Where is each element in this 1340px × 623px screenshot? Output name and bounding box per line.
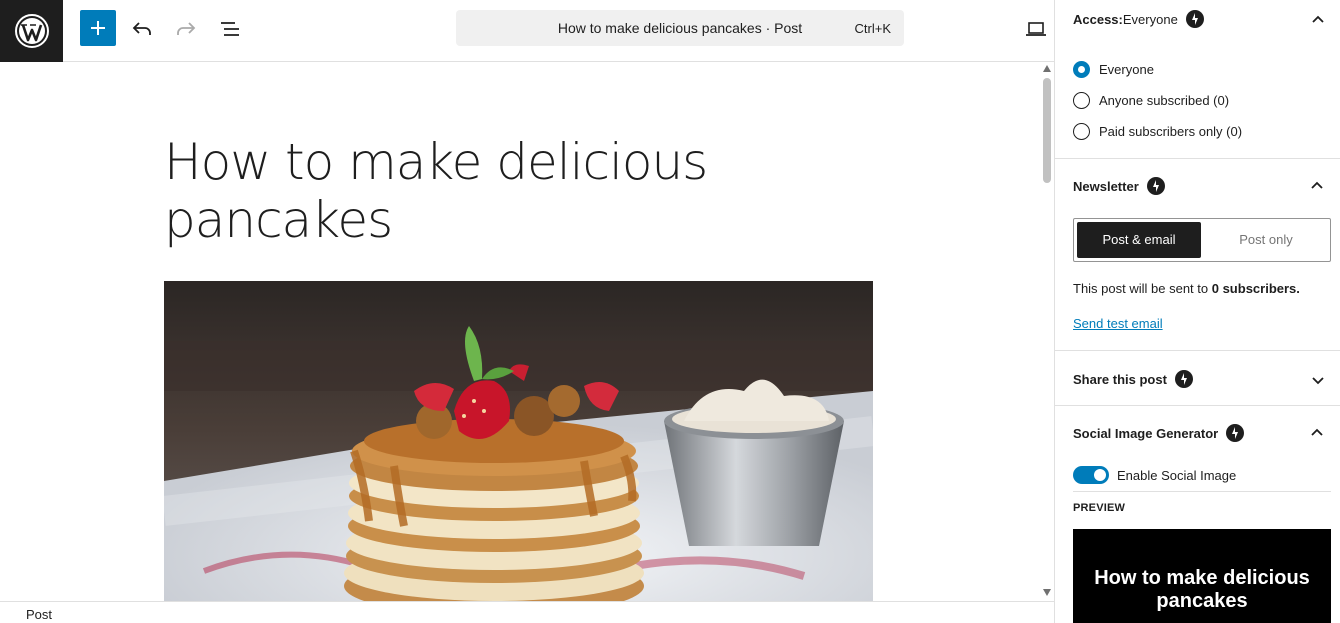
recipient-count: 0 subscribers.	[1211, 281, 1300, 296]
social-image-preview: How to make delicious pancakes	[1073, 529, 1331, 623]
recipient-text: This post will be sent to	[1073, 281, 1212, 296]
featured-image[interactable]	[164, 281, 873, 601]
newsletter-panel-title: Newsletter	[1073, 178, 1139, 194]
pancakes-photo	[164, 281, 873, 601]
jetpack-icon	[1146, 177, 1165, 195]
jetpack-icon	[1226, 424, 1245, 442]
divider	[1073, 491, 1331, 492]
keyboard-shortcut: Ctrl+K	[854, 21, 891, 36]
scroll-down-arrow-icon[interactable]	[1043, 589, 1051, 596]
send-test-email-link[interactable]: Send test email	[1073, 316, 1163, 331]
access-panel-toggle[interactable]: Access: Everyone	[1073, 10, 1204, 28]
laptop-icon	[1026, 22, 1046, 36]
jetpack-icon	[1174, 370, 1193, 388]
plus-icon	[91, 21, 105, 35]
enable-social-image-toggle[interactable]	[1073, 466, 1109, 484]
redo-icon	[177, 22, 196, 35]
document-overview-button[interactable]	[212, 11, 248, 47]
radio-subscribed[interactable]	[1073, 92, 1090, 109]
share-panel-title: Share this post	[1073, 371, 1167, 387]
radio-everyone[interactable]	[1073, 61, 1090, 78]
wordpress-logo-button[interactable]	[0, 0, 63, 62]
newsletter-mode-toggle: Post & email Post only	[1073, 218, 1331, 262]
editor-footer: Post	[0, 601, 1054, 623]
redo-button[interactable]	[168, 11, 204, 47]
enable-social-image-label: Enable Social Image	[1117, 468, 1237, 483]
chevron-up-icon[interactable]	[1310, 425, 1324, 439]
add-block-button[interactable]	[80, 10, 116, 46]
wordpress-icon	[14, 14, 49, 48]
editor-header: How to make delicious pancakes · Post Ct…	[0, 0, 1054, 62]
newsletter-panel-toggle[interactable]: Newsletter	[1073, 177, 1165, 195]
chevron-down-icon[interactable]	[1311, 373, 1325, 387]
access-option-label: Anyone subscribed (0)	[1099, 93, 1230, 108]
document-title: How to make delicious pancakes · Post	[557, 20, 803, 36]
preview-label: Preview	[1073, 502, 1126, 514]
access-option-label: Everyone	[1099, 62, 1154, 77]
access-panel-value: Everyone	[1122, 11, 1178, 27]
editor-canvas: How to make delicious pancakes	[0, 63, 1040, 601]
post-title[interactable]: How to make delicious pancakes	[164, 133, 764, 249]
post-and-email-option[interactable]: Post & email	[1077, 222, 1201, 258]
social-image-panel-toggle[interactable]: Social Image Generator	[1073, 424, 1245, 442]
access-panel-title: Access:	[1073, 11, 1123, 27]
list-view-icon	[221, 22, 239, 36]
jetpack-icon	[1185, 10, 1204, 28]
radio-paid[interactable]	[1073, 123, 1090, 140]
block-breadcrumb[interactable]: Post	[26, 607, 52, 622]
social-image-preview-text: How to make delicious pancakes	[1094, 567, 1310, 612]
access-option-subscribed[interactable]: Anyone subscribed (0)	[1073, 92, 1229, 109]
social-image-panel-title: Social Image Generator	[1073, 425, 1219, 441]
command-palette-button[interactable]: How to make delicious pancakes · Post Ct…	[456, 10, 904, 46]
canvas-scrollbar[interactable]	[1040, 63, 1054, 601]
chevron-up-icon[interactable]	[1311, 12, 1325, 26]
preview-button[interactable]	[1022, 16, 1050, 42]
scrollbar-thumb[interactable]	[1043, 78, 1051, 183]
access-panel: Access: Everyone Everyone Anyone subscri…	[1055, 0, 1340, 159]
newsletter-recipient-info: This post will be sent to 0 subscribers.	[1073, 281, 1300, 296]
post-only-option[interactable]: Post only	[1204, 222, 1328, 258]
undo-button[interactable]	[124, 11, 160, 47]
access-option-paid[interactable]: Paid subscribers only (0)	[1073, 123, 1242, 140]
undo-icon	[132, 22, 151, 35]
settings-sidebar: Access: Everyone Everyone Anyone subscri…	[1054, 0, 1340, 623]
share-panel: Share this post	[1055, 350, 1340, 406]
scroll-up-arrow-icon[interactable]	[1043, 65, 1051, 72]
share-panel-toggle[interactable]: Share this post	[1073, 370, 1193, 388]
access-option-everyone[interactable]: Everyone	[1073, 61, 1154, 78]
chevron-up-icon[interactable]	[1310, 178, 1324, 192]
access-option-label: Paid subscribers only (0)	[1099, 124, 1243, 139]
